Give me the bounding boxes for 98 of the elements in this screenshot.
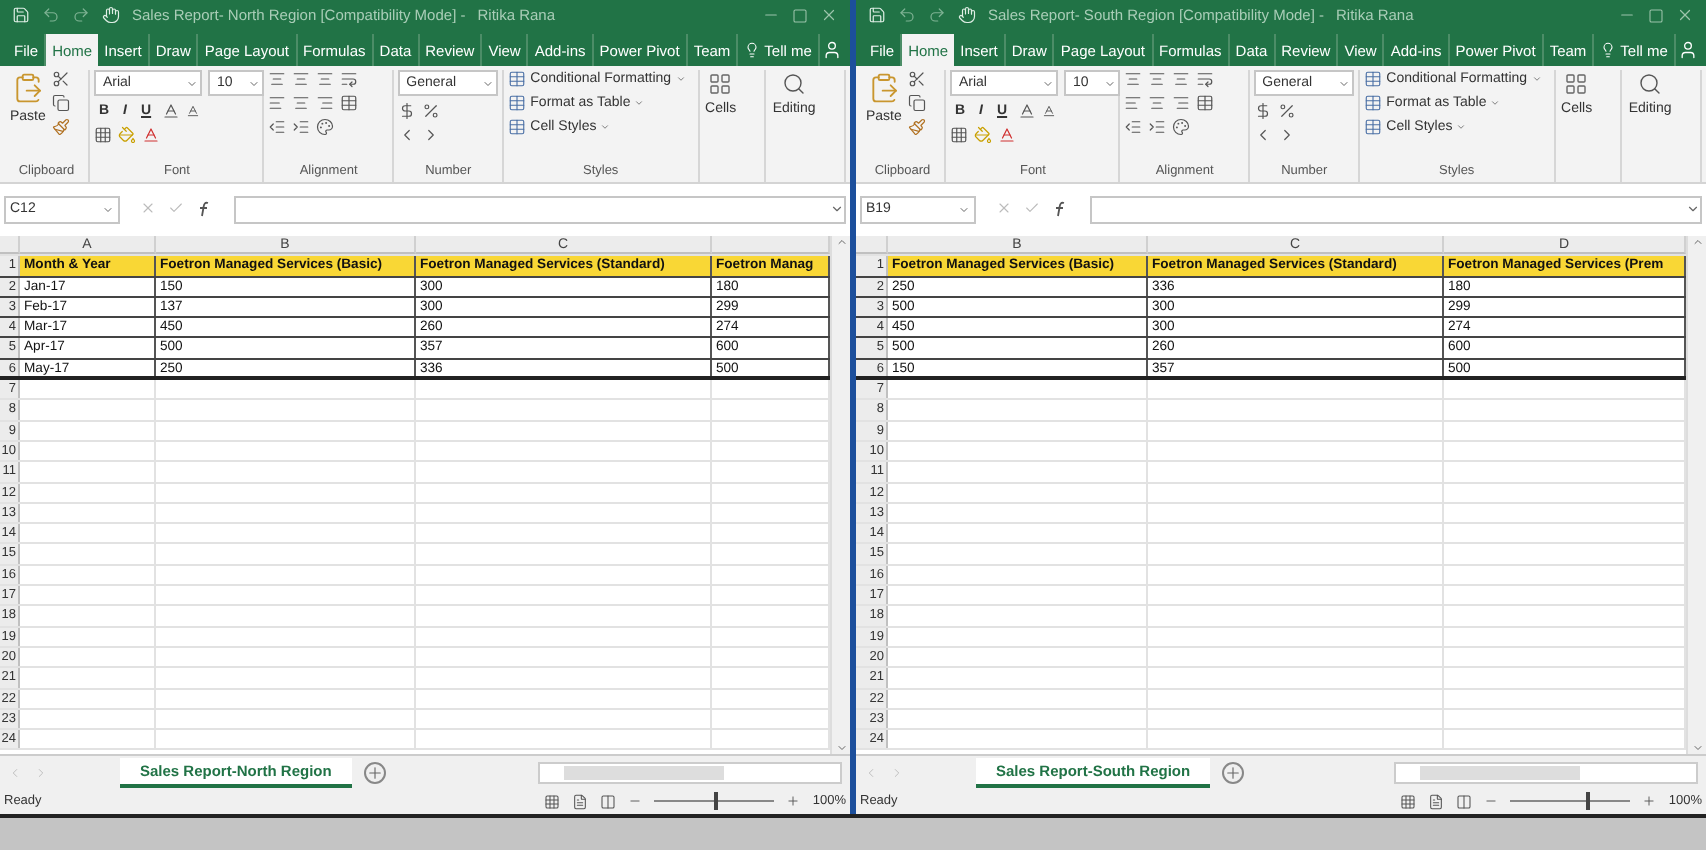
new-sheet-icon[interactable] [363, 761, 386, 783]
merge-icon[interactable] [340, 94, 359, 112]
caret-icon[interactable] [600, 122, 611, 132]
cut-icon[interactable] [907, 70, 926, 88]
merge-icon[interactable] [1196, 94, 1215, 112]
align-center-icon[interactable] [292, 94, 311, 112]
page-break-view-icon[interactable] [1456, 793, 1473, 809]
caret-icon[interactable] [1456, 122, 1467, 132]
maximize-icon[interactable] [1648, 7, 1664, 23]
zoom-out-icon[interactable] [628, 794, 643, 808]
percent-icon[interactable] [422, 102, 441, 120]
lightbulb-icon [744, 42, 761, 58]
wrap-text-icon[interactable] [1196, 70, 1215, 88]
fill-color-icon[interactable] [118, 126, 137, 144]
align-left-icon[interactable] [268, 94, 287, 112]
cancel-icon[interactable] [996, 200, 1012, 216]
grow-font-icon[interactable] [161, 102, 180, 120]
table-icon [1364, 118, 1383, 136]
caret-icon[interactable] [958, 203, 970, 215]
touch-mode-icon[interactable] [958, 6, 976, 24]
zoom-in-icon[interactable] [1642, 794, 1657, 808]
fill-color-icon[interactable] [974, 126, 993, 144]
table-icon [508, 70, 527, 88]
caret-icon[interactable] [830, 202, 844, 216]
save-icon[interactable] [12, 6, 30, 24]
maximize-icon[interactable] [792, 7, 808, 23]
formula-field[interactable] [234, 195, 846, 223]
clipboard-icon [11, 72, 44, 104]
font-color-icon[interactable] [998, 126, 1017, 144]
share-icon[interactable] [1678, 40, 1698, 60]
clipboard-icon [867, 72, 900, 104]
close-icon[interactable] [820, 6, 838, 24]
redo-icon[interactable] [928, 6, 946, 24]
table-icon [1364, 70, 1383, 88]
horizontal-scrollbar[interactable] [1394, 761, 1698, 783]
format-painter-icon[interactable] [51, 118, 70, 136]
normal-view-icon[interactable] [544, 793, 561, 809]
close-icon[interactable] [1676, 6, 1694, 24]
shrink-font-icon[interactable] [1041, 104, 1056, 118]
shrink-font-icon[interactable] [185, 104, 200, 118]
align-center-icon[interactable] [1148, 94, 1167, 112]
copy-icon[interactable] [907, 94, 926, 112]
borders-icon[interactable] [94, 126, 113, 144]
decrease-indent-icon[interactable] [268, 118, 287, 136]
formula-field[interactable] [1090, 195, 1702, 223]
decrease-indent-icon[interactable] [1124, 118, 1143, 136]
caret-icon[interactable] [1490, 98, 1501, 108]
increase-indent-icon[interactable] [292, 118, 311, 136]
caret-icon[interactable] [102, 203, 114, 215]
page-break-view-icon[interactable] [600, 793, 617, 809]
caret-icon[interactable] [248, 77, 261, 89]
horizontal-scrollbar[interactable] [538, 761, 842, 783]
share-icon[interactable] [822, 40, 842, 60]
zoom-in-icon[interactable] [786, 794, 801, 808]
caret-icon[interactable] [1686, 202, 1700, 216]
align-right-icon[interactable] [316, 94, 335, 112]
font-color-icon[interactable] [142, 126, 161, 144]
table-icon [508, 94, 527, 112]
cut-icon[interactable] [51, 70, 70, 88]
save-icon[interactable] [868, 6, 886, 24]
caret-icon[interactable] [1104, 77, 1117, 89]
borders-icon[interactable] [950, 126, 969, 144]
table-icon [1364, 94, 1383, 112]
caret-icon[interactable] [482, 77, 495, 89]
caret-icon[interactable] [186, 77, 199, 89]
wrap-text-icon[interactable] [340, 70, 359, 88]
percent-icon[interactable] [1278, 102, 1297, 120]
align-right-icon[interactable] [1172, 94, 1191, 112]
function-icon[interactable] [196, 200, 214, 218]
normal-view-icon[interactable] [1400, 793, 1417, 809]
caret-icon[interactable] [675, 74, 686, 84]
caret-icon[interactable] [1338, 77, 1351, 89]
new-sheet-icon[interactable] [1222, 761, 1245, 783]
format-painter-icon[interactable] [907, 118, 926, 136]
currency-icon[interactable] [398, 102, 417, 120]
redo-icon[interactable] [72, 6, 90, 24]
page-layout-view-icon[interactable] [1428, 793, 1445, 809]
page-layout-view-icon[interactable] [572, 793, 589, 809]
undo-icon[interactable] [42, 6, 60, 24]
table-icon [508, 118, 527, 136]
search-icon [1638, 72, 1663, 96]
caret-icon[interactable] [1042, 77, 1055, 89]
function-icon[interactable] [1052, 200, 1070, 218]
align-left-icon[interactable] [1124, 94, 1143, 112]
undo-icon[interactable] [898, 6, 916, 24]
cancel-icon[interactable] [140, 200, 156, 216]
caret-icon[interactable] [634, 98, 645, 108]
zoom-out-icon[interactable] [1484, 794, 1499, 808]
caret-icon[interactable] [1531, 74, 1542, 84]
search-icon [782, 72, 807, 96]
increase-indent-icon[interactable] [1148, 118, 1167, 136]
copy-icon[interactable] [51, 94, 70, 112]
lightbulb-icon [1600, 42, 1617, 58]
grid-icon [1564, 72, 1589, 96]
grid-icon [708, 72, 733, 96]
currency-icon[interactable] [1254, 102, 1273, 120]
touch-mode-icon[interactable] [102, 6, 120, 24]
grow-font-icon[interactable] [1017, 102, 1036, 120]
